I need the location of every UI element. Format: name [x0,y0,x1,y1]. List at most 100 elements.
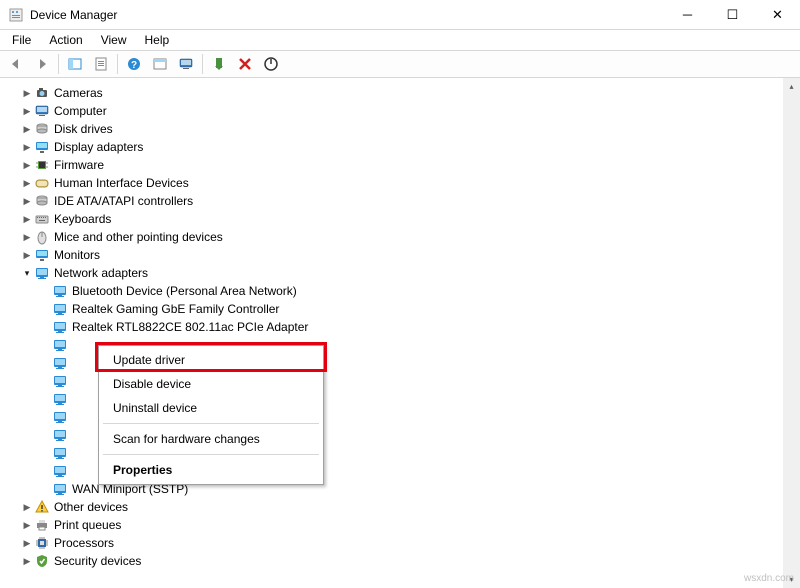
mouse-icon [34,229,50,245]
scan-hardware-toolbar-button[interactable] [174,53,198,75]
tree-node-net-bt[interactable]: ▶Bluetooth Device (Personal Area Network… [38,282,800,300]
tree-label: Other devices [54,500,128,514]
network-adapter-icon [52,427,68,443]
tree-node-hid[interactable]: ▶Human Interface Devices [20,174,800,192]
tree-label: Bluetooth Device (Personal Area Network) [72,284,297,298]
tree-node-printq[interactable]: ▶Print queues [20,516,800,534]
printer-icon [34,517,50,533]
network-adapter-icon [52,301,68,317]
tree-label: Disk drives [54,122,113,136]
forward-button[interactable] [30,53,54,75]
camera-icon [34,85,50,101]
tree-node-monitors[interactable]: ▶Monitors [20,246,800,264]
tree-label: Processors [54,536,114,550]
menu-help[interactable]: Help [137,31,178,49]
scrollbar-vertical[interactable]: ▴ ▾ [783,78,800,588]
context-separator [103,423,319,424]
ide-icon [34,193,50,209]
context-update-driver[interactable]: Update driver [101,348,321,372]
display-icon [34,139,50,155]
network-adapter-icon [52,463,68,479]
tree-node-net-wifi[interactable]: ▶Realtek RTL8822CE 802.11ac PCIe Adapter [38,318,800,336]
tree-node-ide[interactable]: ▶IDE ATA/ATAPI controllers [20,192,800,210]
tree-node-security[interactable]: ▶Security devices [20,552,800,570]
tree-label: Realtek RTL8822CE 802.11ac PCIe Adapter [72,320,308,334]
network-icon [34,265,50,281]
network-adapter-icon [52,283,68,299]
computer-icon [34,103,50,119]
properties-toolbar-button[interactable] [89,53,113,75]
context-uninstall-device[interactable]: Uninstall device [101,396,321,420]
context-disable-device[interactable]: Disable device [101,372,321,396]
back-button[interactable] [4,53,28,75]
tree-node-computer[interactable]: ▶Computer [20,102,800,120]
tree-label: Display adapters [54,140,143,154]
tree-node-keyboards[interactable]: ▶Keyboards [20,210,800,228]
disk-icon [34,121,50,137]
monitor-icon [34,247,50,263]
context-separator [103,454,319,455]
help-toolbar-button[interactable]: ? [122,53,146,75]
keyboard-icon [34,211,50,227]
tree-node-network[interactable]: ▾Network adapters [20,264,800,282]
context-scan-hardware[interactable]: Scan for hardware changes [101,427,321,451]
scroll-up-button[interactable]: ▴ [783,78,800,95]
tree-label: Mice and other pointing devices [54,230,223,244]
tree-label: Print queues [54,518,121,532]
tree-label: Cameras [54,86,103,100]
watermark: wsxdn.com [744,573,794,584]
tree-node-display[interactable]: ▶Display adapters [20,138,800,156]
network-adapter-icon [52,355,68,371]
uninstall-toolbar-button[interactable] [233,53,257,75]
toolbar: ? [0,50,800,78]
tree-label: Human Interface Devices [54,176,189,190]
menu-file[interactable]: File [4,31,39,49]
warning-icon [34,499,50,515]
firmware-icon [34,157,50,173]
tree-node-mice[interactable]: ▶Mice and other pointing devices [20,228,800,246]
tree-label: IDE ATA/ATAPI controllers [54,194,193,208]
tree-label: Network adapters [54,266,148,280]
context-properties[interactable]: Properties [101,458,321,482]
network-adapter-icon [52,391,68,407]
network-adapter-icon [52,319,68,335]
network-adapter-icon [52,481,68,497]
minimize-button[interactable]: ─ [665,0,710,30]
devices-by-type-button[interactable] [148,53,172,75]
tree-node-processors[interactable]: ▶Processors [20,534,800,552]
tree-node-other[interactable]: ▶Other devices [20,498,800,516]
tree-node-disk[interactable]: ▶Disk drives [20,120,800,138]
tree-node-net-gbe[interactable]: ▶Realtek Gaming GbE Family Controller [38,300,800,318]
app-icon [8,7,24,23]
svg-text:?: ? [131,60,137,71]
menu-bar: File Action View Help [0,30,800,50]
window-title: Device Manager [30,8,665,22]
update-driver-toolbar-button[interactable] [207,53,231,75]
menu-view[interactable]: View [93,31,135,49]
processor-icon [34,535,50,551]
tree-label: Computer [54,104,107,118]
menu-action[interactable]: Action [41,31,90,49]
title-bar: Device Manager ─ ☐ ✕ [0,0,800,30]
maximize-button[interactable]: ☐ [710,0,755,30]
network-adapter-icon [52,445,68,461]
scroll-track[interactable] [783,95,800,571]
tree-label: Monitors [54,248,100,262]
context-menu: Update driver Disable device Uninstall d… [98,345,324,485]
network-adapter-icon [52,337,68,353]
tree-label: Realtek Gaming GbE Family Controller [72,302,279,316]
tree-node-cameras[interactable]: ▶Cameras [20,84,800,102]
network-adapter-icon [52,373,68,389]
tree-node-firmware[interactable]: ▶Firmware [20,156,800,174]
disable-toolbar-button[interactable] [259,53,283,75]
show-hide-console-button[interactable] [63,53,87,75]
hid-icon [34,175,50,191]
content-area: ▶Cameras ▶Computer ▶Disk drives ▶Display… [0,78,800,588]
close-button[interactable]: ✕ [755,0,800,30]
security-icon [34,553,50,569]
device-tree[interactable]: ▶Cameras ▶Computer ▶Disk drives ▶Display… [0,78,800,588]
tree-label: Security devices [54,554,141,568]
tree-label: Keyboards [54,212,111,226]
tree-label: Firmware [54,158,104,172]
network-adapter-icon [52,409,68,425]
